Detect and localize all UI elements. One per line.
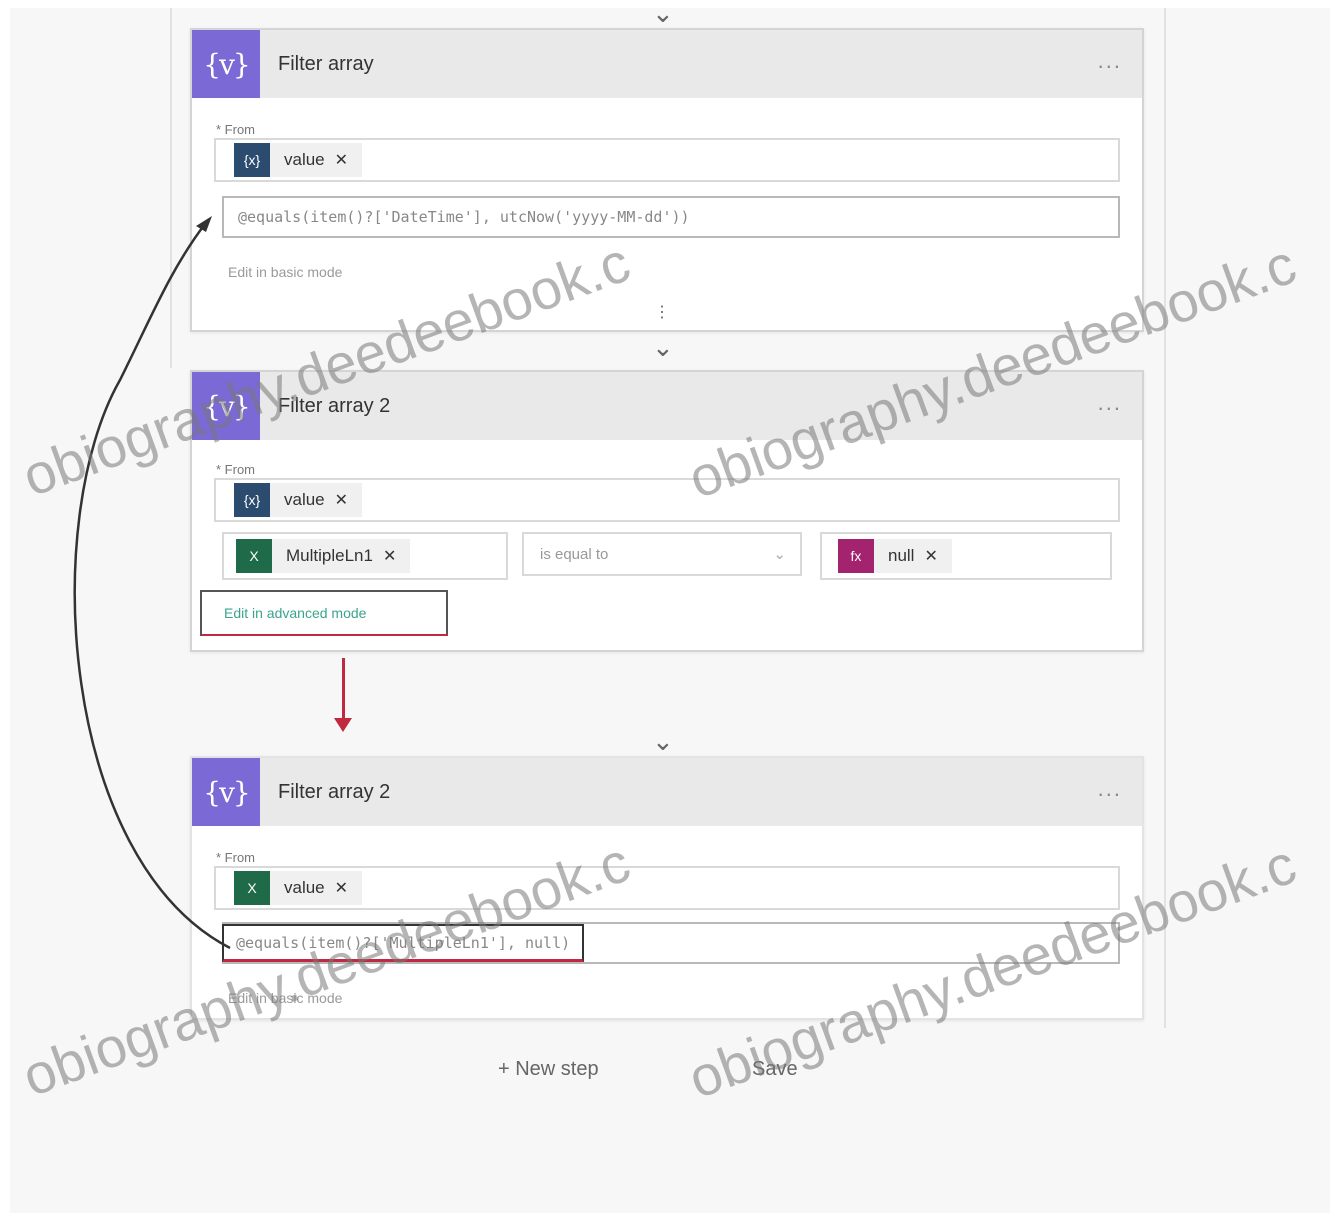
from-label: * From xyxy=(216,850,255,865)
remove-token-icon[interactable]: ✕ xyxy=(335,490,348,510)
edit-in-advanced-mode-link[interactable]: Edit in advanced mode xyxy=(200,590,448,636)
transition-arrow xyxy=(342,658,345,724)
excel-token-icon: X xyxy=(236,539,272,573)
arrow-down-icon: ⌄ xyxy=(652,332,674,362)
token-label: MultipleLn1 xyxy=(286,546,373,565)
more-options-button[interactable]: ... xyxy=(1098,390,1122,416)
flow-connector-line xyxy=(1164,8,1166,1028)
dynamic-content-token[interactable]: {x} value ✕ xyxy=(234,483,363,517)
more-options-button[interactable]: ... xyxy=(1098,48,1122,74)
more-options-button[interactable]: ... xyxy=(1098,776,1122,802)
dynamic-content-token[interactable]: X value ✕ xyxy=(234,871,363,905)
excel-token-icon: X xyxy=(234,871,270,905)
arrow-down-icon: ⋮ xyxy=(654,304,670,321)
arrow-down-icon: ⌄ xyxy=(652,726,674,756)
edit-in-basic-mode-link[interactable]: Edit in basic mode xyxy=(228,990,342,1006)
token-label: value xyxy=(284,150,325,169)
card-header[interactable]: {v} Filter array 2 ... xyxy=(192,372,1142,440)
card-header[interactable]: {v} Filter array ... xyxy=(192,30,1142,98)
expression-text: @equals(item()?['MultipleLn1'], null) xyxy=(236,933,571,952)
token-label: value xyxy=(284,490,325,509)
expression-highlight: @equals(item()?['MultipleLn1'], null) xyxy=(222,924,585,962)
from-field[interactable]: X value ✕ xyxy=(214,866,1120,910)
token-label: value xyxy=(284,878,325,897)
condition-expression-field[interactable]: @equals(item()?['DateTime'], utcNow('yyy… xyxy=(222,196,1120,238)
filter-array-card: {v} Filter array ... * From {x} value ✕ … xyxy=(190,28,1144,332)
card-header[interactable]: {v} Filter array 2 ... xyxy=(192,758,1142,826)
arrow-down-icon: ⌄ xyxy=(652,0,674,28)
remove-token-icon[interactable]: ✕ xyxy=(383,546,396,566)
variable-action-icon: {v} xyxy=(192,30,260,98)
variable-action-icon: {v} xyxy=(192,372,260,440)
advanced-mode-label: Edit in advanced mode xyxy=(224,605,367,621)
condition-left-operand[interactable]: X MultipleLn1 ✕ xyxy=(222,532,508,580)
from-field[interactable]: {x} value ✕ xyxy=(214,478,1120,522)
save-button[interactable]: Save xyxy=(752,1058,798,1081)
dynamic-content-token[interactable]: {x} value ✕ xyxy=(234,143,363,177)
condition-right-operand[interactable]: fx null ✕ xyxy=(820,532,1112,580)
arrow-down-icon xyxy=(334,718,352,732)
expression-token-icon: fx xyxy=(838,539,874,573)
condition-operator-select[interactable]: is equal to ⌄ xyxy=(522,532,802,576)
card-title: Filter array 2 xyxy=(278,394,391,417)
variable-action-icon: {v} xyxy=(192,758,260,826)
condition-expression-field[interactable]: @equals(item()?['MultipleLn1'], null) xyxy=(222,922,1120,964)
variable-token-icon: {x} xyxy=(234,483,270,517)
remove-token-icon[interactable]: ✕ xyxy=(924,546,937,566)
filter-array-2-card: {v} Filter array 2 ... * From X value ✕ … xyxy=(190,756,1144,1020)
remove-token-icon[interactable]: ✕ xyxy=(335,878,348,898)
card-title: Filter array xyxy=(278,52,374,75)
filter-array-2-card: {v} Filter array 2 ... * From {x} value … xyxy=(190,370,1144,652)
remove-token-icon[interactable]: ✕ xyxy=(335,150,348,170)
from-label: * From xyxy=(216,122,255,137)
token-label: null xyxy=(888,546,915,565)
edit-in-basic-mode-link[interactable]: Edit in basic mode xyxy=(228,264,342,280)
new-step-button[interactable]: + New step xyxy=(498,1058,599,1081)
flow-connector-line xyxy=(170,8,172,368)
variable-token-icon: {x} xyxy=(234,143,270,177)
dynamic-content-token[interactable]: X MultipleLn1 ✕ xyxy=(236,539,411,573)
highlight-underline xyxy=(202,634,448,636)
from-field[interactable]: {x} value ✕ xyxy=(214,138,1120,182)
from-label: * From xyxy=(216,462,255,477)
card-title: Filter array 2 xyxy=(278,780,391,803)
dynamic-content-token[interactable]: fx null ✕ xyxy=(838,539,952,573)
operator-label: is equal to xyxy=(540,545,609,563)
chevron-down-icon: ⌄ xyxy=(773,546,786,563)
